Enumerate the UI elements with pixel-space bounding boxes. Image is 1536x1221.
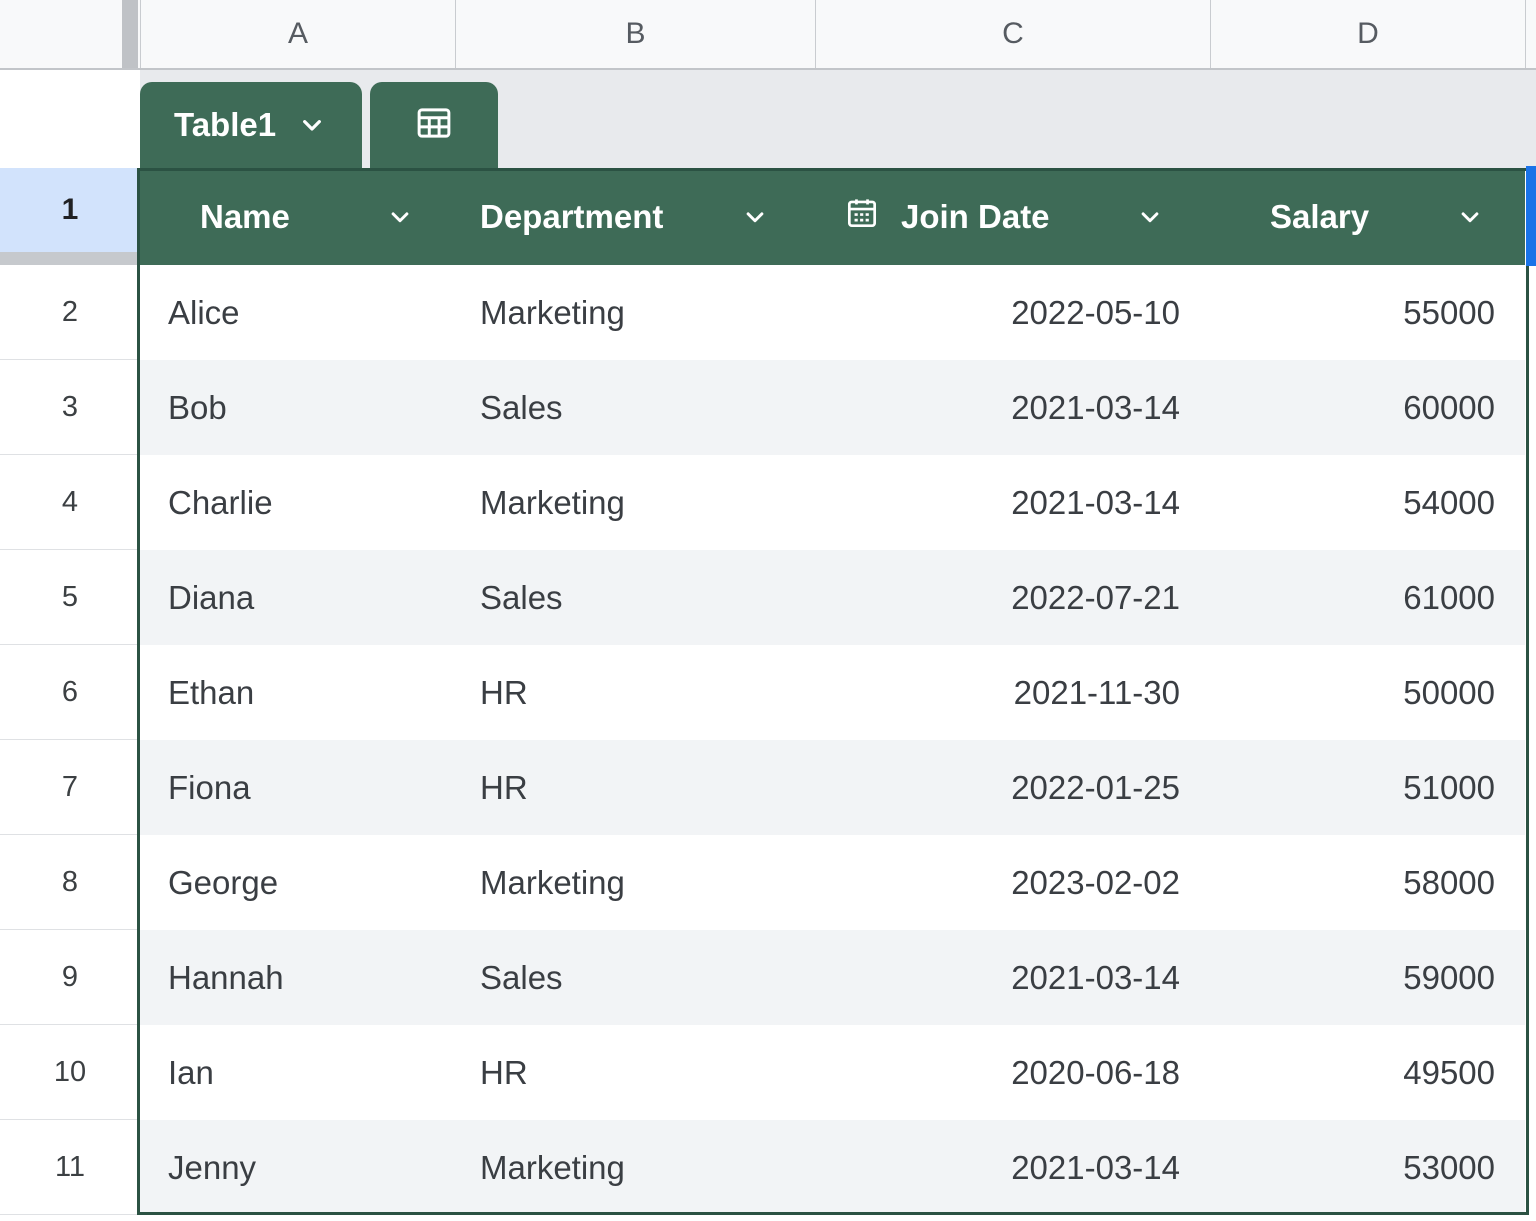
cell-salary[interactable]: 59000 (1210, 930, 1525, 1025)
column-header-cell-name[interactable]: Name (140, 168, 455, 265)
chevron-down-icon[interactable] (740, 202, 770, 232)
row-number[interactable]: 7 (0, 740, 140, 835)
table-row: 8 George Marketing 2023-02-02 58000 (0, 835, 1536, 930)
cell-salary[interactable]: 51000 (1210, 740, 1525, 835)
table-row: 10 Ian HR 2020-06-18 49500 (0, 1025, 1536, 1120)
column-header-d[interactable]: D (1210, 0, 1525, 68)
cell-join-date[interactable]: 2023-02-02 (815, 835, 1210, 930)
column-header-e-partial (1525, 0, 1536, 68)
row-gutter-spacer (0, 70, 140, 168)
cell-join-date[interactable]: 2020-06-18 (815, 1025, 1210, 1120)
row-number[interactable]: 5 (0, 550, 140, 645)
cell-salary[interactable]: 54000 (1210, 455, 1525, 550)
column-header-cell-join-date[interactable]: Join Date (815, 168, 1210, 265)
cell-join-date[interactable]: 2022-01-25 (815, 740, 1210, 835)
column-headers-strip: A B C D (0, 0, 1536, 70)
table-row: 2 Alice Marketing 2022-05-10 55000 (0, 265, 1536, 360)
table-row: 6 Ethan HR 2021-11-30 50000 (0, 645, 1536, 740)
table-row: 5 Diana Sales 2022-07-21 61000 (0, 550, 1536, 645)
cell-join-date[interactable]: 2021-03-14 (815, 930, 1210, 1025)
header-label-join-date: Join Date (901, 198, 1050, 236)
header-label-department: Department (480, 198, 663, 236)
cell-name[interactable]: Ethan (140, 645, 455, 740)
row-number[interactable]: 3 (0, 360, 140, 455)
cell-name[interactable]: Alice (140, 265, 455, 360)
cell-name[interactable]: Diana (140, 550, 455, 645)
chevron-down-icon[interactable] (296, 109, 328, 141)
table-grid-icon (413, 102, 455, 149)
frozen-row-divider (0, 252, 140, 265)
row-number-1[interactable]: 1 (0, 168, 140, 252)
cell-name[interactable]: George (140, 835, 455, 930)
header-label-salary: Salary (1270, 198, 1369, 236)
row-number[interactable]: 11 (0, 1120, 140, 1215)
row-number[interactable]: 9 (0, 930, 140, 1025)
column-header-c[interactable]: C (815, 0, 1210, 68)
table-menu-chip[interactable] (370, 82, 498, 168)
cell-join-date[interactable]: 2022-07-21 (815, 550, 1210, 645)
column-header-cell-department[interactable]: Department (455, 168, 815, 265)
chevron-down-icon[interactable] (1135, 202, 1165, 232)
cell-name[interactable]: Jenny (140, 1120, 455, 1215)
cell-department[interactable]: Sales (455, 550, 815, 645)
cell-name[interactable]: Hannah (140, 930, 455, 1025)
cell-name[interactable]: Ian (140, 1025, 455, 1120)
chip-area: Table1 (140, 70, 1536, 168)
table-row: 3 Bob Sales 2021-03-14 60000 (0, 360, 1536, 455)
table-row: 9 Hannah Sales 2021-03-14 59000 (0, 930, 1536, 1025)
row-number[interactable]: 4 (0, 455, 140, 550)
cell-department[interactable]: Marketing (455, 1120, 815, 1215)
cell-department[interactable]: Marketing (455, 455, 815, 550)
cell-salary[interactable]: 55000 (1210, 265, 1525, 360)
cell-join-date[interactable]: 2021-03-14 (815, 360, 1210, 455)
cell-salary[interactable]: 49500 (1210, 1025, 1525, 1120)
cell-name[interactable]: Charlie (140, 455, 455, 550)
cell-join-date[interactable]: 2021-03-14 (815, 455, 1210, 550)
table-body: 2 Alice Marketing 2022-05-10 55000 3 Bob… (0, 265, 1536, 1215)
column-header-cell-salary[interactable]: Salary (1210, 168, 1525, 265)
select-all-corner[interactable] (0, 0, 140, 68)
cell-salary[interactable]: 53000 (1210, 1120, 1525, 1215)
column-header-a[interactable]: A (140, 0, 455, 68)
cell-salary[interactable]: 60000 (1210, 360, 1525, 455)
cell-join-date[interactable]: 2021-03-14 (815, 1120, 1210, 1215)
cell-name[interactable]: Fiona (140, 740, 455, 835)
table-name-label: Table1 (174, 106, 276, 144)
header-label-name: Name (200, 198, 290, 236)
cell-department[interactable]: Sales (455, 930, 815, 1025)
cell-department[interactable]: Marketing (455, 835, 815, 930)
calendar-icon (843, 194, 881, 240)
row-number[interactable]: 10 (0, 1025, 140, 1120)
cell-salary[interactable]: 58000 (1210, 835, 1525, 930)
cell-department[interactable]: HR (455, 645, 815, 740)
cell-department[interactable]: HR (455, 740, 815, 835)
column-header-b[interactable]: B (455, 0, 815, 68)
cell-name[interactable]: Bob (140, 360, 455, 455)
table-name-chip[interactable]: Table1 (140, 82, 362, 168)
cell-salary[interactable]: 50000 (1210, 645, 1525, 740)
row-number[interactable]: 2 (0, 265, 140, 360)
row-number[interactable]: 6 (0, 645, 140, 740)
cell-department[interactable]: HR (455, 1025, 815, 1120)
table-header-row: 1 Name Department (0, 168, 1536, 265)
cell-join-date[interactable]: 2021-11-30 (815, 645, 1210, 740)
table-row: 4 Charlie Marketing 2021-03-14 54000 (0, 455, 1536, 550)
row-number[interactable]: 8 (0, 835, 140, 930)
cell-department[interactable]: Marketing (455, 265, 815, 360)
cell-department[interactable]: Sales (455, 360, 815, 455)
cell-join-date[interactable]: 2022-05-10 (815, 265, 1210, 360)
table-chip-row: Table1 (0, 70, 1536, 168)
chevron-down-icon[interactable] (1455, 202, 1485, 232)
table-row: 7 Fiona HR 2022-01-25 51000 (0, 740, 1536, 835)
spreadsheet-view: A B C D Table1 (0, 0, 1536, 1221)
cell-salary[interactable]: 61000 (1210, 550, 1525, 645)
row-header-1: 1 (0, 168, 140, 265)
table-row: 11 Jenny Marketing 2021-03-14 53000 (0, 1120, 1536, 1215)
chevron-down-icon[interactable] (385, 202, 415, 232)
